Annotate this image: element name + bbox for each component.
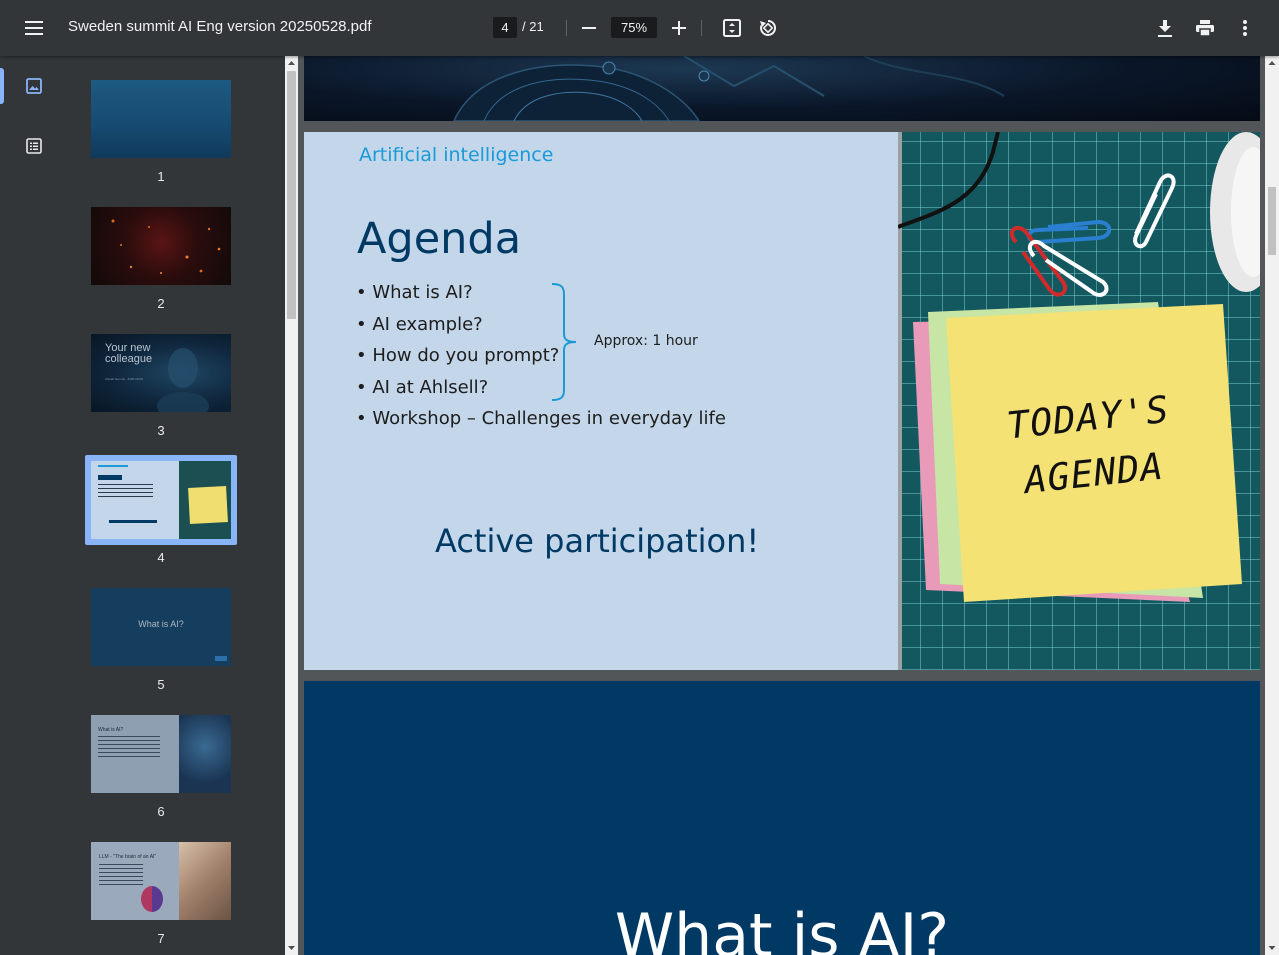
document-title: Sweden summit AI Eng version 20250528.pd…	[68, 18, 372, 35]
thumbnail-subtext: Ahlsell Summit - 2025-06-05	[105, 377, 143, 381]
download-icon[interactable]	[1147, 10, 1183, 46]
sidebar-scrollbar[interactable]	[285, 56, 298, 955]
image-icon	[26, 78, 42, 94]
scroll-down-arrow-icon	[1268, 946, 1276, 950]
agenda-item-text: How do you prompt?	[372, 345, 560, 366]
thumbnail-image[interactable]	[91, 80, 231, 158]
slide-footer-text: Active participation!	[435, 522, 760, 560]
agenda-item: • AI at Ahlsell?	[356, 376, 489, 398]
rotate-icon[interactable]	[750, 10, 786, 46]
thumbnail-text: Your new colleague	[105, 342, 153, 365]
thumbnail-image[interactable]	[91, 461, 231, 539]
slide-title: Agenda	[357, 214, 522, 264]
agenda-list: • What is AI? • AI example? • How do you…	[356, 282, 726, 440]
zoom-in-button[interactable]	[661, 10, 697, 46]
thumbnail-text: What is AI?	[138, 619, 184, 629]
thumbnail-number: 2	[157, 296, 165, 311]
thumbnail-text: LLM - "The brain of an AI"	[99, 854, 157, 860]
thumbnail-image[interactable]: What is AI?	[91, 588, 231, 666]
sticky-note-text: TODAY'S AGENDA	[981, 379, 1202, 512]
slide-3-image	[304, 56, 1260, 121]
outline-view-button[interactable]	[14, 126, 54, 166]
main-scrollbar-thumb[interactable]	[1268, 187, 1276, 255]
agenda-item-text: AI example?	[372, 313, 483, 335]
agenda-item: • How do you prompt?	[356, 345, 560, 366]
thumbnail-text: What is AI?	[98, 727, 124, 733]
thumbnail-number: 5	[157, 677, 165, 692]
agenda-item-text: What is AI?	[372, 282, 473, 303]
thumbnail-page-2[interactable]: 2	[91, 207, 231, 311]
main-scrollbar[interactable]	[1265, 56, 1279, 955]
thumbnail-number: 6	[157, 804, 165, 819]
thumbnail-sidebar: 1 2 Your new colleague Ahlsell Summit - …	[0, 56, 298, 955]
thumbnails-view-button[interactable]	[14, 66, 54, 106]
thumbnail-image[interactable]: LLM - "The brain of an AI"	[91, 842, 231, 920]
zoom-out-button[interactable]	[571, 10, 607, 46]
thumbnail-page-1[interactable]: 1	[91, 80, 231, 184]
thumbnail-number: 1	[157, 169, 165, 184]
page-number-input[interactable]: 4	[493, 17, 517, 38]
agenda-bracket	[551, 283, 577, 401]
thumbnail-number: 4	[157, 550, 165, 565]
zoom-input[interactable]: 75%	[611, 17, 657, 38]
fit-to-page-button[interactable]	[714, 10, 750, 46]
agenda-item: • Workshop – Challenges in everyday life	[356, 408, 726, 429]
page-total: / 21	[522, 19, 544, 34]
pdf-viewer[interactable]: Artificial intelligence Agenda • What is…	[298, 56, 1279, 955]
thumbnail-page-3[interactable]: Your new colleague Ahlsell Summit - 2025…	[91, 334, 231, 438]
slide-title: What is AI?	[614, 901, 950, 955]
thumbnail-number: 3	[157, 423, 165, 438]
slide-5-what-is-ai: What is AI?	[304, 681, 1260, 955]
bracket-note: Approx: 1 hour	[594, 333, 698, 349]
agenda-image: TODAY'S AGENDA	[898, 132, 1260, 670]
thumbnail-page-5[interactable]: What is AI? 5	[91, 588, 231, 692]
slide-kicker: Artificial intelligence	[359, 144, 554, 166]
thumbnail-page-7[interactable]: LLM - "The brain of an AI" 7	[91, 842, 231, 946]
toolbar-divider	[701, 20, 702, 36]
scroll-down-arrow-icon	[288, 946, 295, 950]
list-icon	[26, 138, 42, 154]
agenda-item-text: Workshop – Challenges in everyday life	[372, 408, 726, 429]
thumbnail-page-6[interactable]: What is AI? 6	[91, 715, 231, 819]
pdf-toolbar: Sweden summit AI Eng version 20250528.pd…	[0, 0, 1279, 56]
agenda-item: • What is AI?	[356, 282, 473, 303]
scroll-up-arrow-icon	[1268, 61, 1276, 65]
agenda-item-text: AI at Ahlsell?	[372, 376, 489, 398]
menu-icon[interactable]	[16, 10, 52, 46]
more-options-icon[interactable]	[1227, 10, 1263, 46]
thumbnail-image[interactable]	[91, 207, 231, 285]
thumbnail-page-4[interactable]: 4	[91, 461, 231, 565]
sidebar-scrollbar-thumb[interactable]	[287, 71, 296, 319]
slide-4-agenda: Artificial intelligence Agenda • What is…	[304, 132, 1260, 670]
rail-active-indicator	[0, 68, 4, 104]
thumbnail-number: 7	[157, 931, 165, 946]
print-icon[interactable]	[1187, 10, 1223, 46]
toolbar-divider	[566, 20, 567, 36]
thumbnail-image[interactable]: Your new colleague Ahlsell Summit - 2025…	[91, 334, 231, 412]
scroll-up-arrow-icon	[288, 61, 295, 65]
thumbnail-image[interactable]: What is AI?	[91, 715, 231, 793]
